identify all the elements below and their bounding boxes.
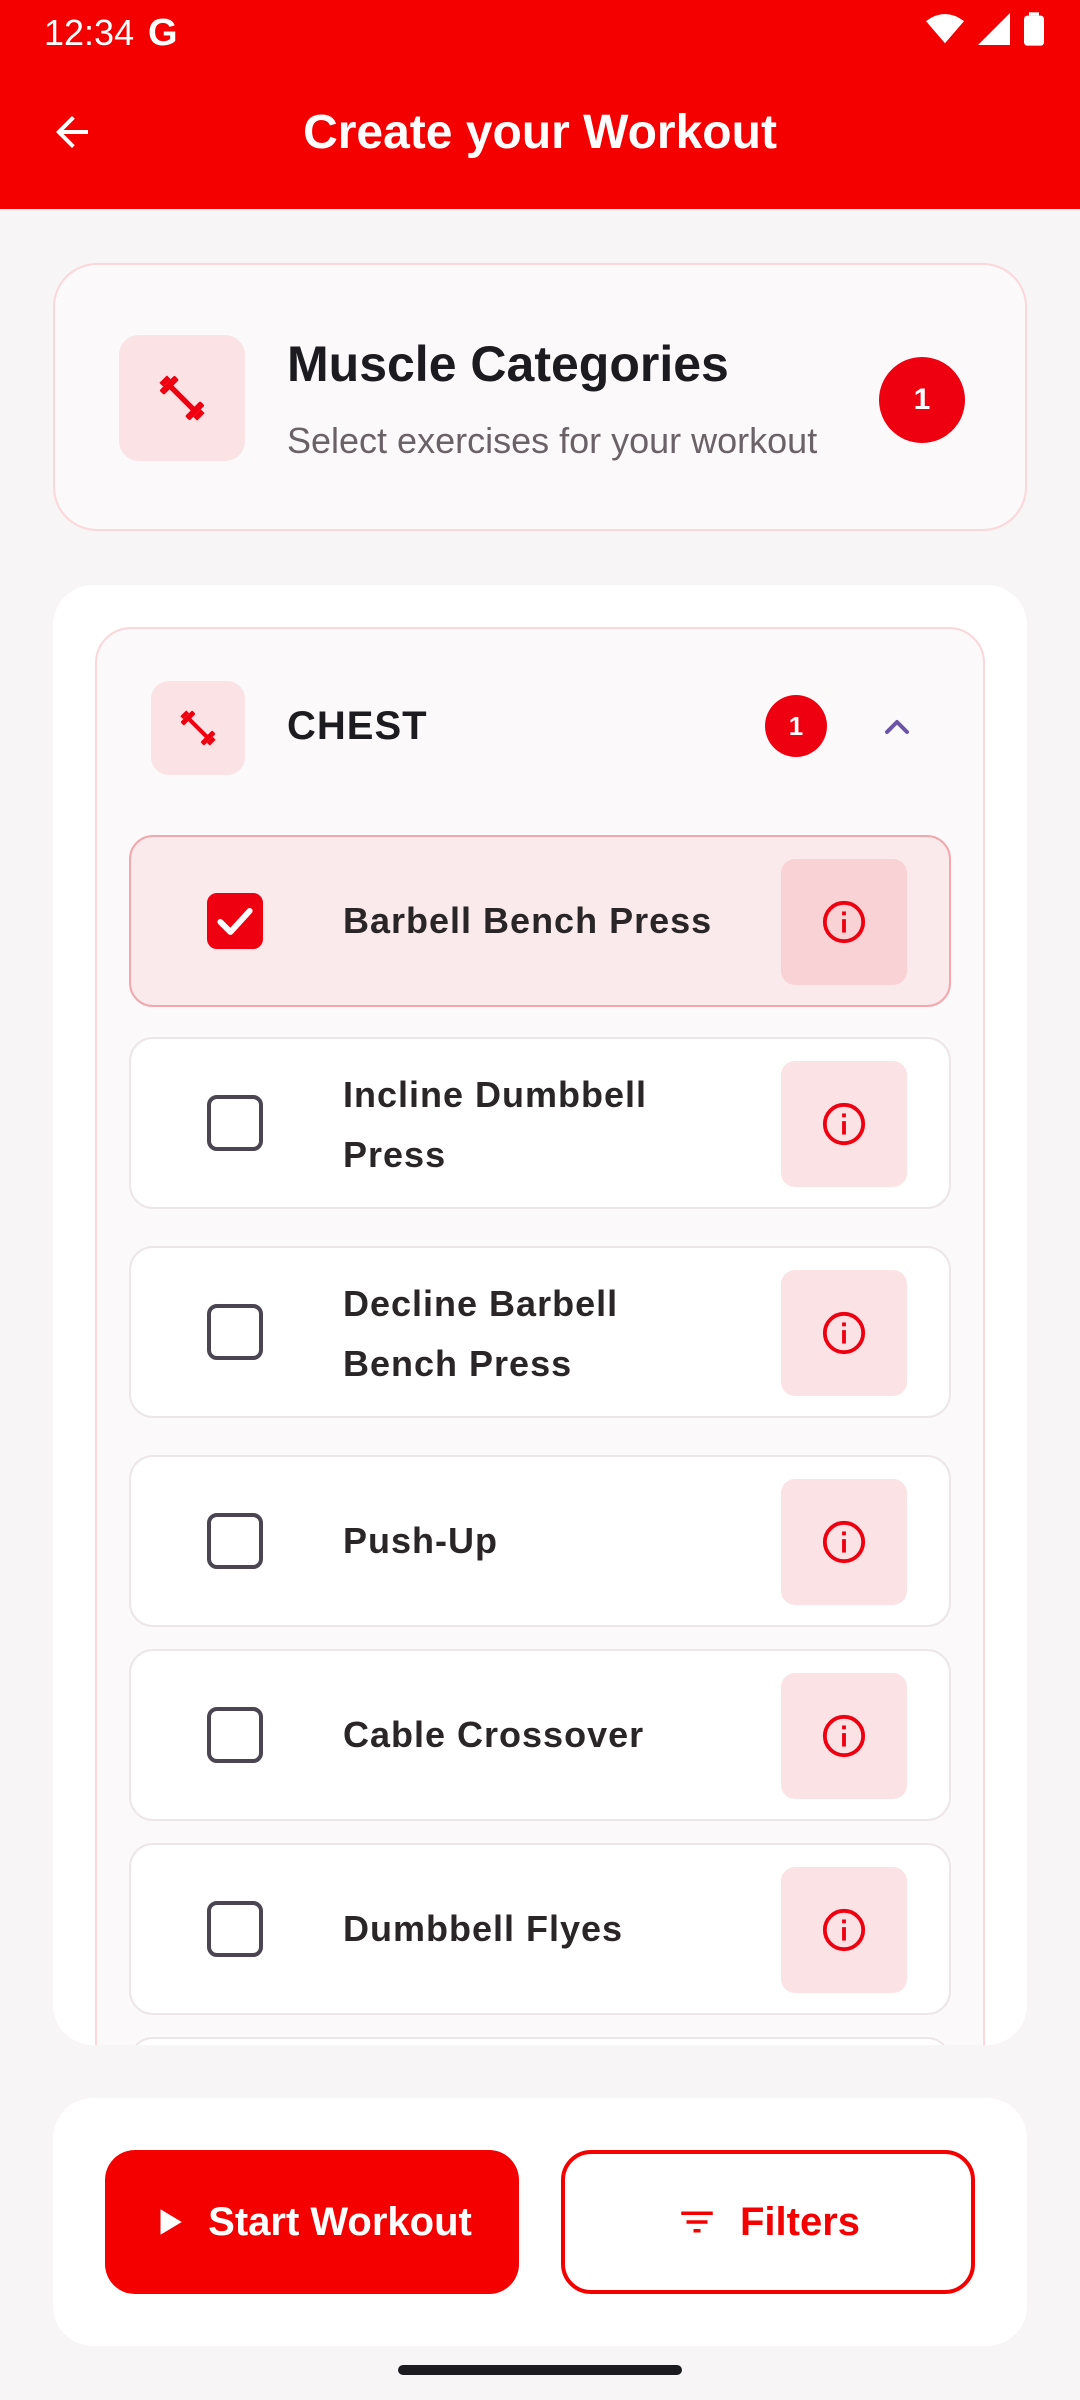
exercise-label: Cable Crossover [343,1714,645,1755]
google-g-icon: G [148,12,178,54]
section-title: Muscle Categories [287,336,729,392]
exercise-checkbox[interactable] [207,1095,263,1151]
status-icons [926,12,1044,46]
exercise-info-button[interactable] [781,1673,907,1799]
exercise-label: Decline Barbell Bench Press [343,1283,619,1384]
wifi-icon [926,13,964,44]
home-indicator[interactable] [398,2365,682,2375]
page-title: Create your Workout [303,106,777,159]
category-count-badge: 1 [765,695,827,757]
play-icon [160,2209,182,2235]
exercise-info-button[interactable] [781,1061,907,1187]
app-bar: 12:34 G Create your Workout [0,0,1080,209]
filters-button[interactable]: Filters [561,2150,975,2294]
info-icon [822,1102,866,1146]
exercise-item[interactable]: Incline Dumbbell Press [129,1037,951,1209]
exercise-label: Barbell Bench Press [343,900,713,941]
exercise-item[interactable]: Dumbbell Flyes [129,1843,951,2015]
check-icon [217,907,253,935]
collapse-button[interactable] [867,697,927,757]
info-icon [822,1714,866,1758]
info-icon [822,1908,866,1952]
filter-icon [681,2211,713,2233]
exercise-info-button[interactable] [781,1867,907,1993]
start-workout-label: Start Workout [208,2199,472,2244]
exercise-info-button[interactable] [781,859,907,985]
exercise-label: Dumbbell Flyes [343,1908,624,1949]
exercise-checkbox[interactable] [207,1707,263,1763]
exercise-info-button[interactable] [781,1479,907,1605]
exercise-item[interactable]: Cable Crossover [129,1649,951,1821]
section-subtitle: Select exercises for your workout [287,420,818,461]
muscle-categories-card: Muscle Categories Select exercises for y… [53,263,1027,531]
exercise-info-button[interactable] [781,1270,907,1396]
categories-panel: CHEST 1 Barbell Bench Press Incline Dumb… [53,585,1027,2045]
exercise-checkbox[interactable] [207,893,263,949]
exercise-label: Incline Dumbbell Press [343,1074,648,1175]
battery-icon [1024,12,1044,46]
exercise-item[interactable]: Decline Barbell Bench Press [129,1246,951,1418]
exercise-item[interactable]: Barbell Bench Press [129,835,951,1007]
category-title[interactable]: CHEST [287,704,428,749]
dumbbell-icon [180,710,216,746]
exercise-checkbox[interactable] [207,1304,263,1360]
exercise-item[interactable] [129,2037,951,2045]
exercise-checkbox[interactable] [207,1513,263,1569]
category-icon-box [151,681,245,775]
filters-label: Filters [739,2199,861,2244]
exercise-label: Push-Up [343,1520,498,1561]
chevron-up-icon [885,720,909,734]
signal-icon [978,13,1010,45]
selected-count-badge: 1 [879,357,965,443]
info-icon [822,900,866,944]
header-icon-box [119,335,245,461]
bottom-action-bar: Start Workout Filters [53,2098,1027,2346]
info-icon [822,1311,866,1355]
dumbbell-icon [159,375,205,421]
start-workout-button[interactable]: Start Workout [105,2150,519,2294]
exercise-checkbox[interactable] [207,1901,263,1957]
info-icon [822,1520,866,1564]
exercise-item[interactable]: Push-Up [129,1455,951,1627]
status-time: 12:34 [44,12,135,53]
category-card-chest: CHEST 1 Barbell Bench Press Incline Dumb… [95,627,985,2045]
